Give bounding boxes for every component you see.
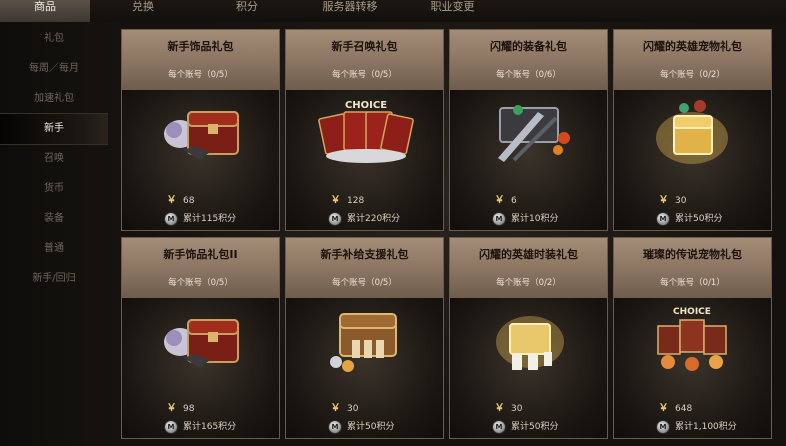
currency-icon: ￥: [494, 403, 505, 414]
coin-icon: M: [328, 211, 342, 226]
purchase-limit: 每个账号（0/5）: [168, 278, 233, 288]
sidebar-item-summon[interactable]: 召唤: [0, 144, 108, 174]
points-row: M 累计220积分: [328, 211, 400, 226]
coin-icon: M: [656, 211, 670, 226]
tab-server-transfer[interactable]: 服务器转移: [305, 0, 395, 22]
product-title: 新手饰品礼包: [167, 40, 234, 53]
sidebar-item-currency[interactable]: 货币: [0, 174, 108, 204]
coin-icon: M: [164, 211, 178, 226]
sidebar-item-packages[interactable]: 礼包: [0, 24, 108, 54]
purchase-limit: 每个账号（0/2）: [660, 70, 725, 80]
currency-icon: ￥: [494, 195, 505, 206]
points-value: 累计50积分: [675, 214, 723, 224]
price-row: ￥ 6: [494, 195, 517, 206]
price-value: 128: [347, 196, 365, 206]
sidebar-item-newbie[interactable]: 新手: [0, 113, 108, 145]
red-treasure-chest-icon: [164, 111, 239, 160]
tab-class-change[interactable]: 职业变更: [415, 0, 490, 22]
purchase-limit: 每个账号（0/6）: [496, 70, 561, 80]
currency-icon: ￥: [166, 195, 177, 206]
product-card[interactable]: 璀璨的传说宠物礼包 每个账号（0/1） CHOICE ￥ 648 M 累计1,100…: [613, 237, 772, 439]
points-row: M 累计165积分: [164, 419, 236, 434]
points-row: M 累计115积分: [164, 211, 236, 226]
tab-products[interactable]: 商品: [0, 0, 90, 22]
product-title: 闪耀的英雄时装礼包: [479, 248, 578, 261]
product-card[interactable]: 闪耀的英雄时装礼包 每个账号（0/2） ￥ 30 M 累计50积分: [449, 237, 608, 439]
price-row: ￥ 648: [658, 403, 693, 414]
currency-icon: ￥: [658, 195, 669, 206]
points-row: M 累计50积分: [328, 419, 394, 434]
choice-label: CHOICE: [345, 100, 387, 111]
coin-icon: M: [492, 211, 506, 226]
product-card[interactable]: 闪耀的装备礼包 每个账号（0/6） ￥ 6 M 累计10积分: [449, 29, 608, 231]
points-value: 累计50积分: [347, 422, 395, 432]
product-card[interactable]: 闪耀的英雄宠物礼包 每个账号（0/2） ￥ 30 M 累计50积分: [613, 29, 772, 231]
sidebar-item-weekly-monthly[interactable]: 每周／每月: [0, 54, 108, 84]
choice-pets-icon: CHOICE: [657, 307, 727, 371]
sidebar-item-newbie-return[interactable]: 新手/回归: [0, 264, 108, 294]
points-value: 累计115积分: [183, 214, 237, 224]
price-value: 30: [347, 404, 359, 414]
product-card[interactable]: 新手补给支援礼包 每个账号（0/5） ￥ 30 M 累计50积分: [285, 237, 444, 439]
points-row: M 累计50积分: [656, 211, 722, 226]
product-card[interactable]: 新手召唤礼包 每个账号（0/5） CHOICE ￥ 128 M 累计220积分: [285, 29, 444, 231]
purchase-limit: 每个账号（0/5）: [332, 278, 397, 288]
price-row: ￥ 30: [494, 403, 523, 414]
sidebar-item-boost[interactable]: 加速礼包: [0, 84, 108, 114]
category-sidebar: 礼包 每周／每月 加速礼包 新手 召唤 货币 装备 普通 新手/回归: [0, 22, 118, 446]
price-row: ￥ 30: [330, 403, 359, 414]
product-title: 闪耀的英雄宠物礼包: [643, 40, 742, 53]
price-value: 30: [675, 196, 687, 206]
purchase-limit: 每个账号（0/1）: [660, 278, 725, 288]
choice-cards-icon: CHOICE: [318, 100, 414, 163]
purchase-limit: 每个账号（0/5）: [168, 70, 233, 80]
points-row: M 累计10积分: [492, 211, 558, 226]
points-value: 累计220积分: [347, 214, 401, 224]
price-value: 68: [183, 196, 195, 206]
coin-icon: M: [164, 419, 178, 434]
product-title: 新手召唤礼包: [331, 40, 398, 53]
price-row: ￥ 30: [658, 195, 687, 206]
choice-label: CHOICE: [673, 307, 711, 317]
product-title: 闪耀的装备礼包: [490, 40, 567, 53]
tab-points[interactable]: 积分: [212, 0, 282, 22]
price-row: ￥ 128: [330, 195, 365, 206]
points-value: 累计165积分: [183, 422, 237, 432]
weapon-crate-icon: [498, 105, 570, 162]
sidebar-item-general[interactable]: 普通: [0, 234, 108, 264]
points-value: 累计1,100积分: [675, 422, 737, 432]
coin-icon: M: [656, 419, 670, 434]
currency-icon: ￥: [330, 195, 341, 206]
product-title: 新手饰品礼包II: [163, 248, 238, 261]
points-row: M 累计1,100积分: [656, 419, 737, 434]
supply-chest-icon: [330, 313, 397, 372]
points-value: 累计10积分: [511, 214, 559, 224]
price-value: 648: [675, 404, 693, 414]
points-value: 累计50积分: [511, 422, 559, 432]
price-value: 98: [183, 404, 195, 414]
currency-icon: ￥: [330, 403, 341, 414]
product-card[interactable]: 新手饰品礼包 每个账号（0/5） ￥ 68 M 累计115积分: [121, 29, 280, 231]
purchase-limit: 每个账号（0/5）: [332, 70, 397, 80]
sidebar-item-equipment[interactable]: 装备: [0, 204, 108, 234]
costume-box-icon: [496, 316, 564, 370]
coin-icon: M: [492, 419, 506, 434]
price-row: ￥ 68: [166, 195, 195, 206]
product-title: 新手补给支援礼包: [320, 248, 409, 261]
price-row: ￥ 98: [166, 403, 195, 414]
top-tab-bar: 商品 兑换 积分 服务器转移 职业变更: [0, 0, 786, 23]
price-value: 6: [511, 196, 517, 206]
product-card[interactable]: 新手饰品礼包II 每个账号（0/5） ￥ 98 M 累计165积分: [121, 237, 280, 439]
red-treasure-chest-icon: [164, 319, 239, 368]
purchase-limit: 每个账号（0/2）: [496, 278, 561, 288]
currency-icon: ￥: [166, 403, 177, 414]
product-title: 璀璨的传说宠物礼包: [643, 248, 742, 261]
golden-chest-icon: [656, 100, 728, 164]
points-row: M 累计50积分: [492, 419, 558, 434]
tab-exchange[interactable]: 兑换: [108, 0, 178, 22]
currency-icon: ￥: [658, 403, 669, 414]
coin-icon: M: [328, 419, 342, 434]
price-value: 30: [511, 404, 523, 414]
